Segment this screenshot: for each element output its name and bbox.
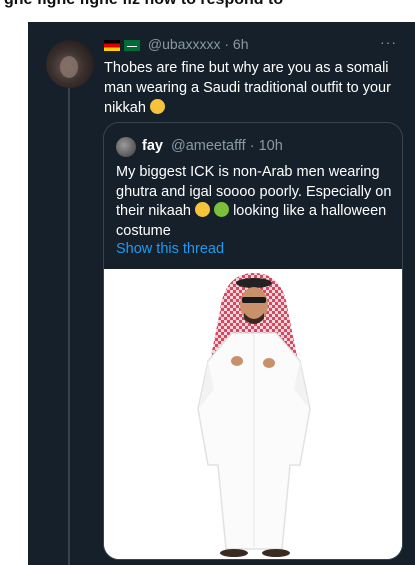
more-options-icon[interactable]: ··· [380,34,397,50]
show-thread-link[interactable]: Show this thread [116,241,224,257]
top-caption-strip: ghe fighe fighe fiz how to respond to [0,0,415,22]
man-in-thobe-and-ghutra-image [104,269,402,559]
saudi-arabia-flag-icon [124,39,140,51]
quoted-separator: · [249,138,255,154]
user-handle[interactable]: @ubaxxxxx [148,36,221,52]
nauseated-face-emoji-icon [214,202,230,217]
tweet-text: Thobes are fine but why are you as a som… [104,60,391,116]
quoted-time[interactable]: 10h [259,138,283,154]
avatar[interactable] [46,40,94,88]
tweet-body: Thobes are fine but why are you as a som… [104,58,404,118]
avatar-face [60,56,78,78]
grimacing-face-emoji-icon [195,202,210,217]
quoted-body: My biggest ICK is non-Arab men wearing g… [116,163,392,241]
quoted-media-image[interactable] [104,269,402,559]
quoted-display-name[interactable]: fay [142,138,163,154]
quoted-header: fay @ameetafff · 10h [142,138,283,154]
top-caption-text: ghe fighe fighe fiz how to respond to [4,0,283,9]
quoted-avatar[interactable] [116,137,136,157]
tweet-time[interactable]: 6h [233,36,249,52]
quoted-handle[interactable]: @ameetafff [171,138,246,154]
tweet-panel: @ubaxxxxx · 6h ··· Thobes are fine but w… [28,22,415,565]
pleading-face-emoji-icon [149,99,165,114]
header-separator: · [224,36,230,52]
thread-connector-line [68,88,70,565]
tweet-header: @ubaxxxxx · 6h [104,36,249,54]
quoted-tweet[interactable]: fay @ameetafff · 10h My biggest ICK is n… [103,122,403,560]
germany-flag-icon [104,39,120,51]
